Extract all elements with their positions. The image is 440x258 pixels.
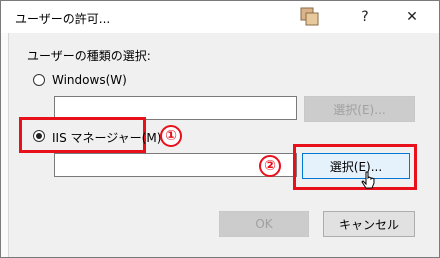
left-edge-strip — [1, 33, 9, 257]
annotation-badge-1: ① — [160, 125, 182, 147]
section-label: ユーザーの種類の選択: — [27, 49, 151, 63]
iis-select-button[interactable]: 選択(E)... — [302, 153, 410, 179]
iis-radio-label[interactable]: IIS マネージャー(M) — [52, 129, 161, 146]
mouse-cursor-icon — [361, 171, 377, 193]
users-icon — [299, 7, 321, 27]
annotation-badge-2: ② — [259, 155, 281, 177]
close-button[interactable]: ✕ — [398, 5, 426, 29]
iis-radio[interactable] — [33, 130, 45, 142]
windows-radio-label[interactable]: Windows(W) — [52, 73, 127, 87]
windows-select-button: 選択(E)... — [304, 96, 415, 122]
window-title: ユーザーの許可... — [15, 12, 111, 26]
help-button[interactable]: ? — [351, 5, 379, 29]
titlebar: ユーザーの許可... ? ✕ — [1, 1, 439, 33]
windows-radio[interactable] — [33, 74, 45, 86]
user-permission-dialog: ユーザーの許可... ? ✕ ユーザーの種類の選択: Windows(W) 選択… — [0, 0, 440, 258]
cancel-button[interactable]: キャンセル — [323, 211, 415, 237]
ok-button: OK — [219, 211, 309, 237]
